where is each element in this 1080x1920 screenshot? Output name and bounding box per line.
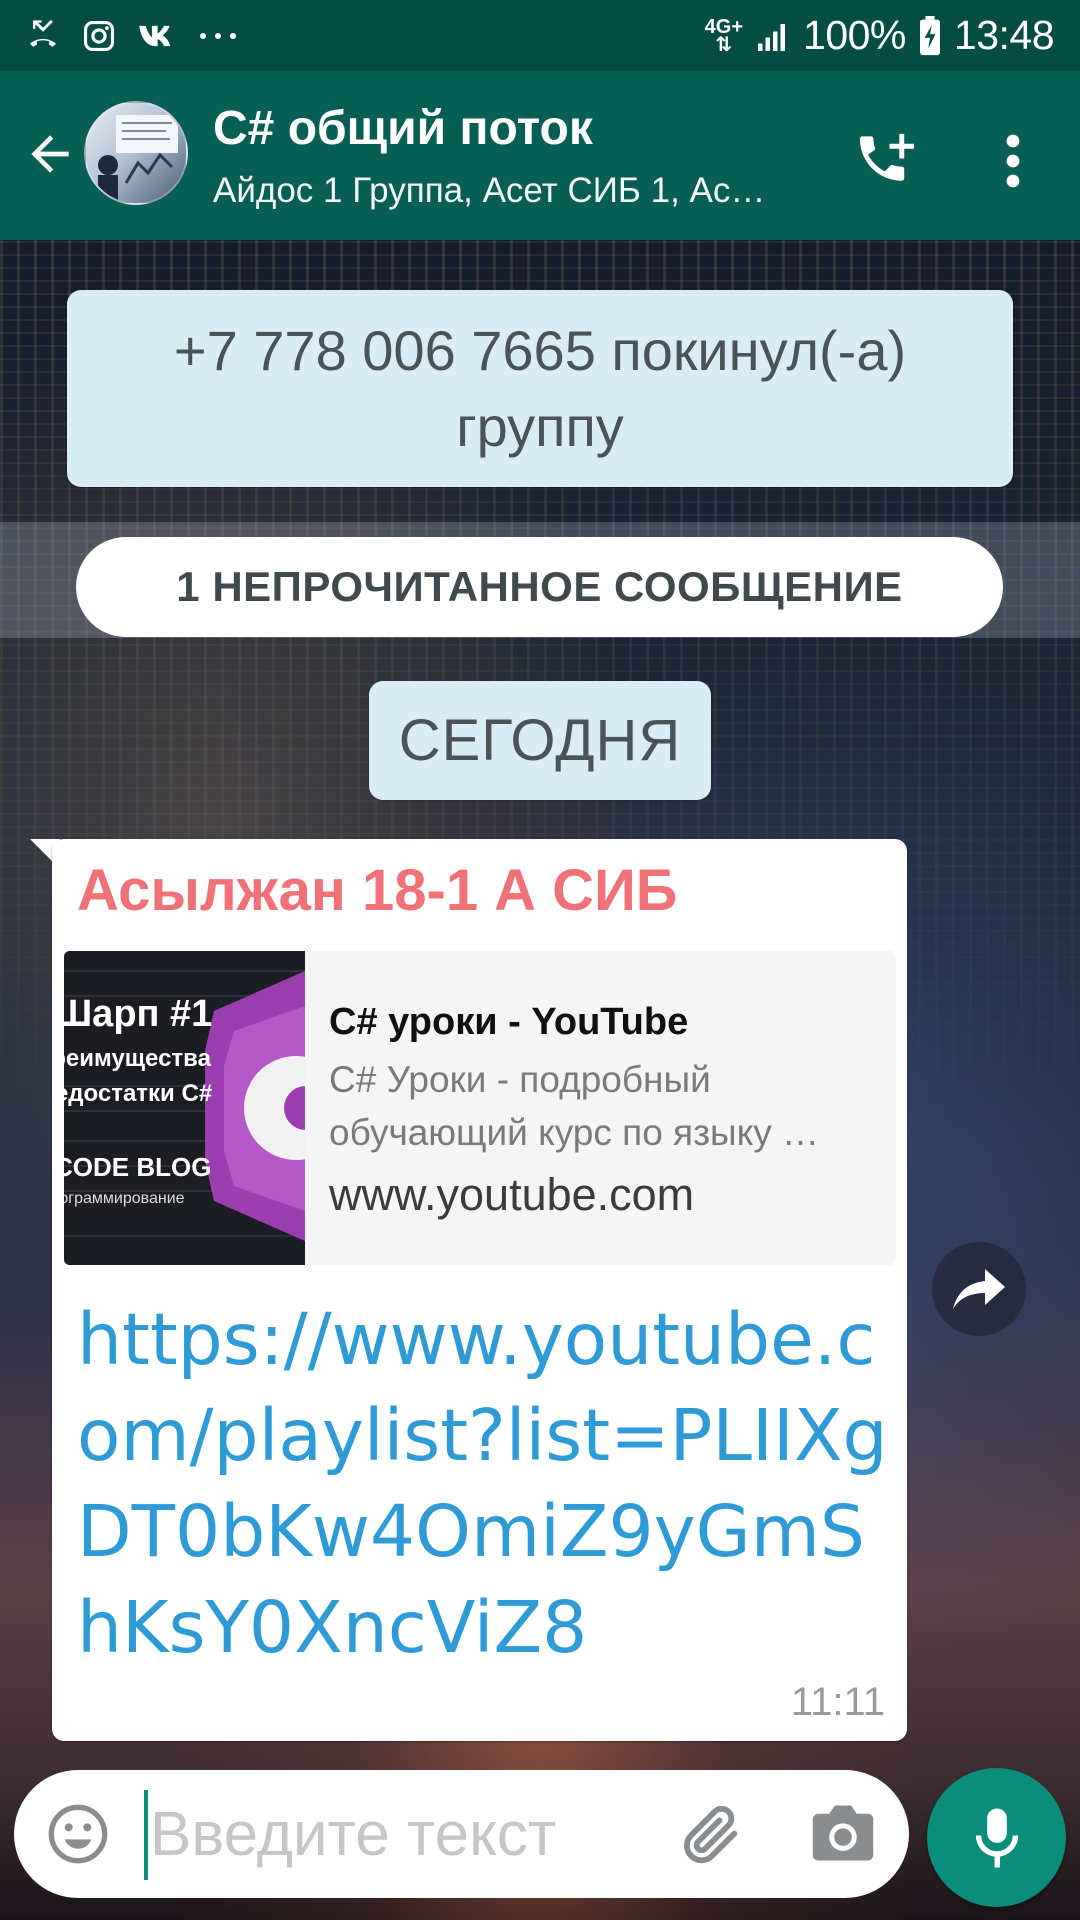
message-input[interactable] (150, 1792, 670, 1876)
more-vert-icon[interactable] (995, 131, 1031, 191)
unread-banner: 1 НЕПРОЧИТАННОЕ СООБЩЕНИЕ (76, 537, 1003, 637)
incoming-message[interactable]: Асылжан 18-1 А СИБ Шарп #1 Пр (52, 839, 907, 1741)
chat-area[interactable]: +7 778 006 7665 покинул(-а) группу 1 НЕП… (0, 240, 1080, 1920)
mic-icon (975, 1807, 1018, 1868)
preview-description-line-2: обучающий курс по языку … (329, 1112, 820, 1153)
unread-banner-text: 1 НЕПРОЧИТАННОЕ СООБЩЕНИЕ (176, 563, 903, 610)
preview-description-line-1: C# Уроки - подробный (329, 1059, 711, 1100)
chat-participants[interactable]: Айдос 1 Группа, Асет СИБ 1, Ас… (213, 171, 813, 211)
message-time: 11:11 (790, 1680, 885, 1724)
system-message: +7 778 006 7665 покинул(-а) группу (67, 290, 1013, 487)
thumb-line-3: и недостатки C# (64, 1080, 212, 1107)
date-chip-text: СЕГОДНЯ (398, 708, 682, 773)
preview-thumbnail: Шарп #1 Преимущества и недостатки C# COD… (64, 951, 348, 1265)
vk-icon (139, 25, 171, 46)
message-link[interactable]: https://www.youtube.com/playlist?list=PL… (77, 1292, 897, 1676)
forward-button[interactable] (932, 1242, 1026, 1336)
chat-header: C# общий поток Айдос 1 Группа, Асет СИБ … (0, 71, 1080, 240)
thumb-line-2: Преимущества (64, 1045, 212, 1072)
system-message-text: +7 778 006 7665 покинул(-а) группу (173, 318, 907, 458)
chat-title[interactable]: C# общий поток (213, 101, 593, 156)
attach-icon[interactable] (676, 1800, 746, 1870)
emoji-icon[interactable] (46, 1802, 110, 1866)
back-arrow-icon[interactable] (22, 126, 78, 182)
instagram-icon (83, 20, 115, 51)
battery-percent: 100% (803, 12, 906, 58)
clock: 13:48 (953, 12, 1055, 58)
battery-charging-icon (919, 15, 940, 55)
camera-icon[interactable] (810, 1802, 876, 1864)
forward-icon (953, 1269, 1005, 1309)
message-sender[interactable]: Асылжан 18-1 А СИБ (77, 857, 677, 924)
network-indicator: 4G+ ⇅ (704, 15, 744, 56)
avatar-image (98, 115, 178, 203)
preview-description: C# Уроки - подробный обучающий курс по я… (329, 1053, 879, 1159)
date-chip: СЕГОДНЯ (369, 681, 711, 800)
network-type: 4G+ (704, 15, 744, 38)
status-bar-right: 4G+ ⇅ 100% 13:48 (704, 12, 1055, 59)
message-composer (14, 1770, 909, 1898)
status-bar: 4G+ ⇅ 100% 13:48 (0, 0, 1080, 71)
link-preview[interactable]: Шарп #1 Преимущества и недостатки C# COD… (64, 951, 896, 1265)
group-avatar[interactable] (84, 101, 188, 205)
signal-icon (758, 23, 786, 51)
thumb-line-1: Шарп #1 (64, 993, 212, 1035)
preview-title: C# уроки - YouTube (329, 1001, 689, 1043)
voice-record-button[interactable] (927, 1768, 1066, 1907)
data-arrows-icon: ⇅ (715, 33, 733, 56)
missed-call-icon (29, 19, 57, 47)
thumb-line-4: CODE BLOG (64, 1152, 211, 1182)
add-call-icon[interactable] (852, 129, 922, 193)
preview-domain: www.youtube.com (329, 1169, 695, 1220)
more-dots-icon (200, 32, 236, 39)
thumbnail-graphic: Шарп #1 Преимущества и недостатки C# COD… (64, 951, 348, 1265)
thumb-line-5: Программирование (64, 1190, 185, 1207)
status-bar-left (26, 19, 238, 53)
text-cursor (144, 1790, 148, 1880)
